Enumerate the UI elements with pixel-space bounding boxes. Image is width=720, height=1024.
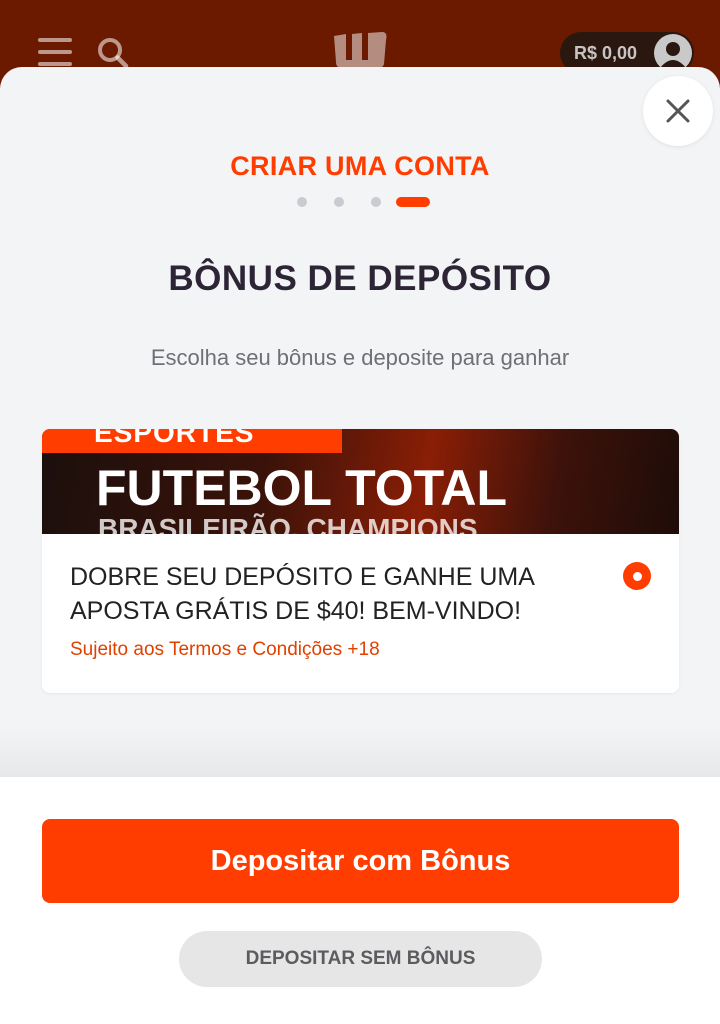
deposit-without-bonus-button[interactable]: DEPOSITAR SEM BÔNUS	[179, 931, 542, 987]
page-title: BÔNUS DE DEPÓSITO	[168, 259, 552, 298]
deposit-with-bonus-button[interactable]: Depositar com Bônus	[42, 819, 679, 903]
banner-tag: ESPORTES	[42, 429, 342, 453]
balance-amount: R$ 0,00	[574, 42, 638, 63]
radio-dot	[632, 571, 642, 581]
hamburger-menu-icon[interactable]	[38, 38, 72, 66]
banner-title: FUTEBOL TOTAL	[96, 460, 508, 516]
terms-link[interactable]: Sujeito aos Termos e Condições +18	[70, 639, 380, 661]
step-dot-3	[371, 197, 381, 207]
step-dot-1	[297, 197, 307, 207]
action-area: Depositar com Bônus DEPOSITAR SEM BÔNUS	[0, 777, 720, 1024]
page-subtitle: Escolha seu bônus e deposite para ganhar	[150, 345, 570, 370]
bonus-banner-image: ESPORTES FUTEBOL TOTAL BRASILEIRÃO, CHAM…	[42, 429, 679, 534]
close-icon	[666, 99, 690, 123]
banner-subtitle: BRASILEIRÃO, CHAMPIONS	[98, 513, 478, 534]
close-button[interactable]	[643, 76, 713, 146]
brand-logo-icon[interactable]	[332, 30, 388, 70]
bonus-radio-selected[interactable]	[623, 562, 651, 590]
search-icon[interactable]	[96, 36, 130, 70]
step-dot-4-active	[396, 197, 430, 207]
banner-tag-label: ESPORTES	[94, 429, 255, 448]
bottom-shadow	[0, 727, 720, 777]
step-dot-2	[334, 197, 344, 207]
step-title: CRIAR UMA CONTA	[230, 151, 490, 181]
step-indicator	[0, 196, 720, 208]
create-account-modal: CRIAR UMA CONTA BÔNUS DE DEPÓSITO Escolh…	[0, 67, 720, 1024]
bonus-offer-text: DOBRE SEU DEPÓSITO E GANHE UMA APOSTA GR…	[70, 563, 534, 625]
bonus-option-card[interactable]: ESPORTES FUTEBOL TOTAL BRASILEIRÃO, CHAM…	[42, 429, 679, 693]
